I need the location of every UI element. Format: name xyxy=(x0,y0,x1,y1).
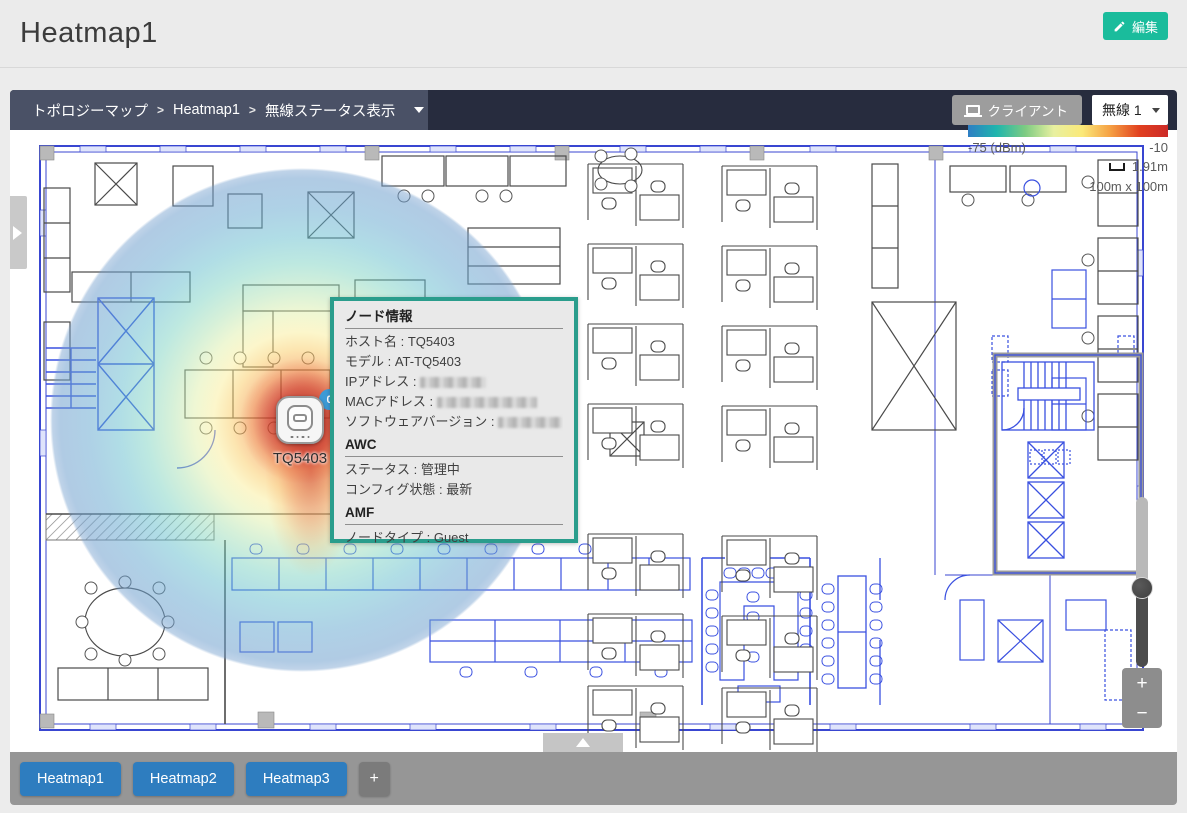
pencil-icon xyxy=(1113,20,1126,33)
zoom-in-button[interactable]: + xyxy=(1122,668,1162,698)
divider xyxy=(345,456,563,457)
divider xyxy=(345,524,563,525)
app-header: Heatmap1 編集 xyxy=(0,0,1187,68)
chevron-up-icon xyxy=(576,738,590,747)
tooltip-section-title: AMF xyxy=(345,504,563,522)
breadcrumb: トポロジーマップ > Heatmap1 > 無線ステータス表示 xyxy=(10,90,428,130)
access-point-node[interactable]: 0 TQ5403 xyxy=(276,396,324,444)
tooltip-row: ソフトウェアバージョン : xyxy=(345,412,563,432)
breadcrumb-separator: > xyxy=(249,103,256,117)
map-area[interactable]: 0 TQ5403 ノード情報ホスト名 : TQ5403モデル : AT-TQ54… xyxy=(10,130,1177,752)
legend-min-label: -75 (dBm) xyxy=(968,140,1026,155)
tab-heatmap3[interactable]: Heatmap3 xyxy=(246,762,347,796)
tooltip-row: MACアドレス : xyxy=(345,392,563,412)
access-point-icon xyxy=(276,396,324,444)
heatmap-panel: トポロジーマップ > Heatmap1 > 無線ステータス表示 クライアント 無… xyxy=(10,90,1177,805)
edit-button-label: 編集 xyxy=(1132,17,1158,36)
tooltip-row: モデル : AT-TQ5403 xyxy=(345,352,563,372)
tab-heatmap1[interactable]: Heatmap1 xyxy=(20,762,121,796)
map-size-label: 100m x 100m xyxy=(968,179,1168,194)
map-toolbar: トポロジーマップ > Heatmap1 > 無線ステータス表示 クライアント 無… xyxy=(10,90,1177,130)
chevron-down-icon xyxy=(1152,108,1160,113)
floor-plan xyxy=(10,130,1177,752)
add-heatmap-button[interactable]: + xyxy=(359,762,390,796)
chevron-right-icon xyxy=(13,226,22,240)
expand-tab-bar-button[interactable] xyxy=(543,733,623,752)
node-tooltip: ノード情報ホスト名 : TQ5403モデル : AT-TQ5403IPアドレス … xyxy=(330,297,578,543)
tooltip-section-title: ノード情報 xyxy=(345,308,563,326)
legend-max-label: -10 xyxy=(1149,140,1168,155)
zoom-controls: + − xyxy=(1122,668,1162,728)
heatmap-tab-bar: Heatmap1 Heatmap2 Heatmap3 + xyxy=(10,752,1177,805)
chevron-down-icon[interactable] xyxy=(414,107,424,113)
breadcrumb-heatmap1[interactable]: Heatmap1 xyxy=(173,102,240,118)
tooltip-row: ステータス : 管理中 xyxy=(345,460,563,480)
tooltip-section-title: AWC xyxy=(345,436,563,454)
breadcrumb-display-mode[interactable]: 無線ステータス表示 xyxy=(265,100,396,121)
client-button-label: クライアント xyxy=(988,100,1068,120)
divider xyxy=(345,328,563,329)
radio-select-value: 無線 1 xyxy=(1102,100,1142,120)
breadcrumb-topology-map[interactable]: トポロジーマップ xyxy=(32,100,148,121)
tab-heatmap2[interactable]: Heatmap2 xyxy=(133,762,234,796)
tooltip-row: ホスト名 : TQ5403 xyxy=(345,332,563,352)
page-title: Heatmap1 xyxy=(20,17,158,50)
radio-select[interactable]: 無線 1 xyxy=(1092,95,1168,125)
client-button[interactable]: クライアント xyxy=(952,95,1082,125)
tooltip-row: コンフィグ状態 : 最新 xyxy=(345,480,563,500)
masked-value xyxy=(498,417,562,428)
tooltip-row: ノードタイプ : Guest xyxy=(345,528,563,548)
node-label: TQ5403 xyxy=(273,450,327,467)
signal-gradient-bar xyxy=(968,125,1168,137)
slider-track-lower[interactable] xyxy=(1136,588,1148,667)
sidebar-expand-tab[interactable] xyxy=(10,196,27,269)
scale-ruler-icon xyxy=(1109,163,1125,171)
laptop-icon xyxy=(966,105,980,115)
signal-legend: -75 (dBm) -10 1.91m 100m x 100m xyxy=(968,125,1168,194)
masked-value xyxy=(420,377,486,388)
zoom-slider[interactable] xyxy=(1131,497,1153,667)
scale-label: 1.91m xyxy=(1132,159,1168,174)
masked-value xyxy=(437,397,537,408)
breadcrumb-separator: > xyxy=(157,103,164,117)
slider-knob[interactable] xyxy=(1131,577,1153,599)
edit-button[interactable]: 編集 xyxy=(1103,12,1168,40)
tooltip-row: IPアドレス : xyxy=(345,372,563,392)
zoom-out-button[interactable]: − xyxy=(1122,698,1162,728)
